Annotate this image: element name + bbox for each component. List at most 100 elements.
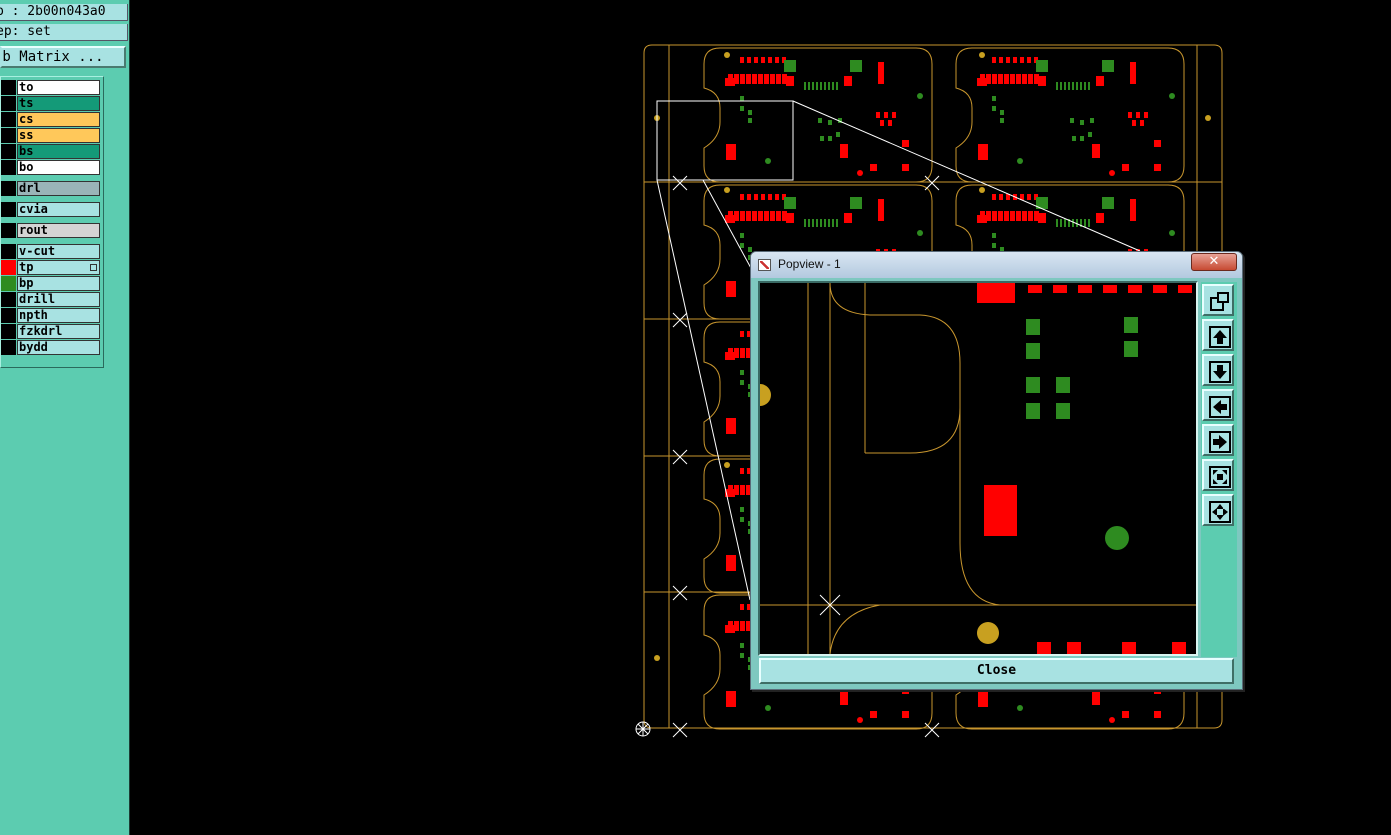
- layer-row-bp[interactable]: bp: [1, 276, 103, 291]
- layer-row-drill[interactable]: drill: [1, 292, 103, 307]
- layer-color-swatch[interactable]: [1, 244, 16, 259]
- via-pad: [820, 136, 824, 141]
- smd-pad: [824, 82, 826, 90]
- via-pad: [1072, 136, 1076, 141]
- layer-name[interactable]: ts: [17, 96, 100, 111]
- smd-pad: [1178, 285, 1192, 293]
- layer-name[interactable]: fzkdrl: [17, 324, 100, 339]
- smd-pad: [786, 213, 794, 223]
- layer-name[interactable]: bo: [17, 160, 100, 175]
- smd-pad: [808, 82, 810, 90]
- layer-color-swatch[interactable]: [1, 292, 16, 307]
- layer-name[interactable]: ss: [17, 128, 100, 143]
- via-pad: [748, 110, 752, 115]
- layer-color-swatch[interactable]: [1, 308, 16, 323]
- layer-row-drl[interactable]: drl: [1, 181, 103, 196]
- layer-color-swatch[interactable]: [1, 202, 16, 217]
- layer-row-to[interactable]: to: [1, 80, 103, 95]
- pad: [1124, 317, 1138, 333]
- layer-color-swatch[interactable]: [1, 340, 16, 355]
- fiducial: [1109, 717, 1115, 723]
- pan-left-icon[interactable]: [1202, 389, 1234, 421]
- cut-cross: [672, 175, 688, 191]
- smd-pad: [1136, 112, 1140, 118]
- layer-color-swatch[interactable]: [1, 112, 16, 127]
- close-button[interactable]: Close: [759, 658, 1234, 684]
- zoom-fit-icon[interactable]: [1202, 459, 1234, 491]
- layer-row-ts[interactable]: ts: [1, 96, 103, 111]
- pad: [1102, 197, 1114, 209]
- job-matrix-button[interactable]: ob Matrix ...: [0, 46, 126, 68]
- layer-name[interactable]: drill: [17, 292, 100, 307]
- popview-viewport[interactable]: [758, 281, 1198, 656]
- layer-name[interactable]: tp: [17, 260, 100, 275]
- smd-pad: [740, 604, 744, 610]
- smd-pad: [992, 211, 997, 221]
- layer-color-swatch[interactable]: [1, 128, 16, 143]
- smd-pad: [812, 82, 814, 90]
- layer-color-swatch[interactable]: [1, 276, 16, 291]
- layer-name[interactable]: bydd: [17, 340, 100, 355]
- layer-color-swatch[interactable]: [1, 96, 16, 111]
- smd-pad: [1084, 219, 1086, 227]
- smd-pad: [1060, 82, 1062, 90]
- tooling-hole: [654, 655, 660, 661]
- layer-affected-icon[interactable]: [90, 264, 97, 271]
- layer-name[interactable]: cs: [17, 112, 100, 127]
- layer-row-cs[interactable]: cs: [1, 112, 103, 127]
- zoomed-pcb-view[interactable]: [760, 283, 1196, 654]
- smd-pad: [1068, 82, 1070, 90]
- pad: [784, 197, 796, 209]
- layer-row-fzkdrl[interactable]: fzkdrl: [1, 324, 103, 339]
- layer-name[interactable]: drl: [17, 181, 100, 196]
- layer-color-swatch[interactable]: [1, 260, 16, 275]
- pan-down-icon[interactable]: [1202, 354, 1234, 386]
- layer-color-swatch[interactable]: [1, 324, 16, 339]
- layer-row-bo[interactable]: bo: [1, 160, 103, 175]
- layer-row-ss[interactable]: ss: [1, 128, 103, 143]
- layer-row-npth[interactable]: npth: [1, 308, 103, 323]
- smd-pad: [726, 691, 736, 707]
- layer-name[interactable]: npth: [17, 308, 100, 323]
- pan-right-icon[interactable]: [1202, 424, 1234, 456]
- zoom-window-icon[interactable]: [1202, 284, 1234, 316]
- layer-row-rout[interactable]: rout: [1, 223, 103, 238]
- layer-name[interactable]: rout: [17, 223, 100, 238]
- smd-pad: [1020, 57, 1024, 63]
- layer-name[interactable]: to: [17, 80, 100, 95]
- smd-pad: [836, 82, 838, 90]
- smd-pad: [740, 621, 745, 631]
- fiducial: [765, 158, 771, 164]
- smd-pad: [1122, 164, 1129, 171]
- close-icon[interactable]: ✕: [1191, 253, 1237, 271]
- layer-color-swatch[interactable]: [1, 181, 16, 196]
- smd-pad: [1154, 140, 1161, 147]
- layer-row-bydd[interactable]: bydd: [1, 340, 103, 355]
- layer-name[interactable]: bs: [17, 144, 100, 159]
- smd-pad: [828, 82, 830, 90]
- layer-name[interactable]: v-cut: [17, 244, 100, 259]
- layer-color-swatch[interactable]: [1, 144, 16, 159]
- zoom-home-icon[interactable]: [1202, 494, 1234, 526]
- layer-row-bs[interactable]: bs: [1, 144, 103, 159]
- cut-cross: [672, 312, 688, 328]
- layer-row-v-cut[interactable]: v-cut: [1, 244, 103, 259]
- smd-pad: [1053, 285, 1067, 293]
- layer-color-swatch[interactable]: [1, 80, 16, 95]
- layer-color-swatch[interactable]: [1, 223, 16, 238]
- smd-pad: [1013, 57, 1017, 63]
- popview-titlebar[interactable]: Popview - 1 ✕: [751, 252, 1242, 278]
- smd-pad: [1092, 691, 1100, 705]
- smd-pad: [1016, 74, 1021, 84]
- layer-name[interactable]: bp: [17, 276, 100, 291]
- pan-up-icon[interactable]: [1202, 319, 1234, 351]
- smd-pad: [761, 194, 765, 200]
- smd-pad: [1078, 285, 1092, 293]
- smd-pad: [820, 219, 822, 227]
- smd-pad: [1038, 76, 1046, 86]
- layer-name[interactable]: cvia: [17, 202, 100, 217]
- layer-row-cvia[interactable]: cvia: [1, 202, 103, 217]
- layer-row-tp[interactable]: tp: [1, 260, 103, 275]
- layer-color-swatch[interactable]: [1, 160, 16, 175]
- via-pad: [1090, 118, 1094, 123]
